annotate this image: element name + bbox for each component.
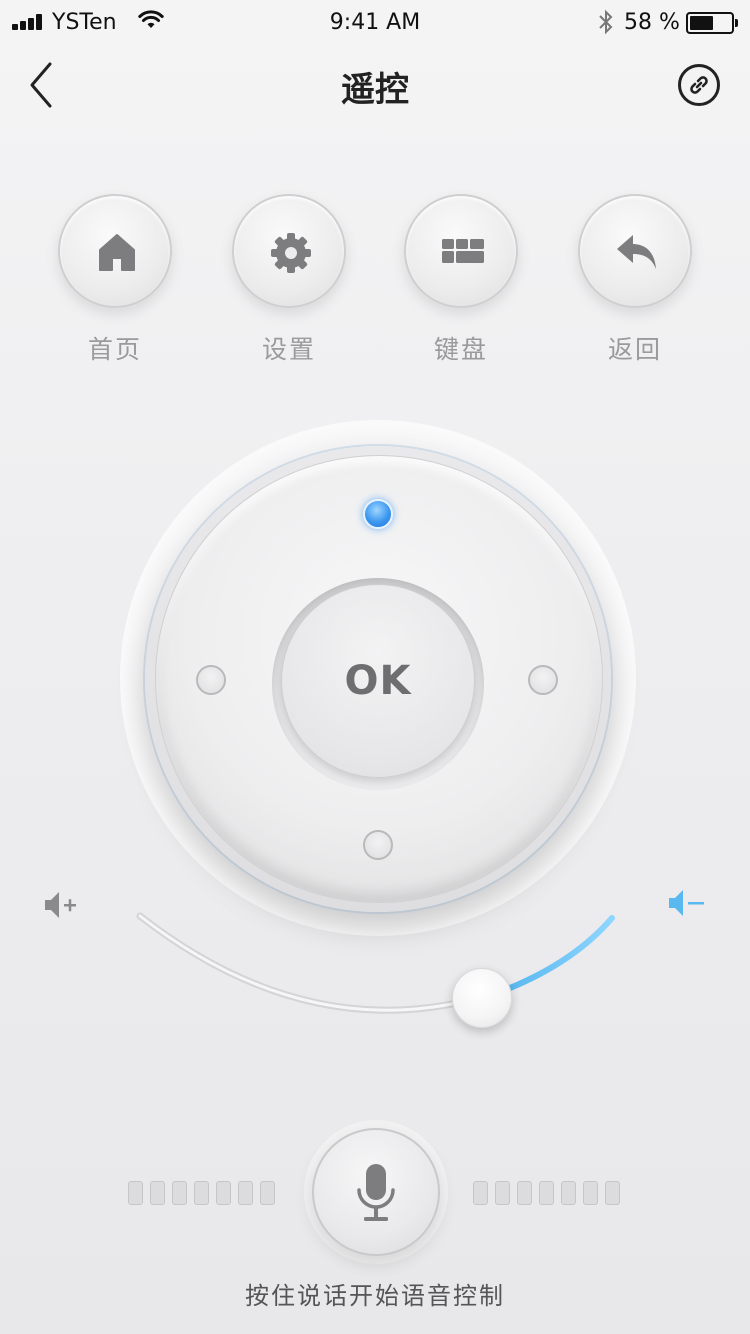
dpad-left-button[interactable] <box>196 665 226 695</box>
voice-level-right <box>473 1181 620 1205</box>
dpad-up-button[interactable] <box>363 499 393 529</box>
quick-action-label: 设置 <box>261 335 316 364</box>
return-icon <box>617 235 656 269</box>
link-icon <box>690 76 708 94</box>
volume-fill <box>507 915 615 991</box>
voice-level-bar <box>260 1181 275 1205</box>
status-bar: YSTen 9:41 AM 58 % <box>0 0 750 48</box>
quick-action-return[interactable]: 返回 <box>578 194 692 366</box>
voice-control-button[interactable] <box>312 1128 440 1256</box>
return-button[interactable] <box>578 194 692 308</box>
settings-button[interactable] <box>232 194 346 308</box>
microphone-icon <box>357 1164 395 1221</box>
dpad-right-button[interactable] <box>528 665 558 695</box>
ok-button[interactable]: OK <box>281 584 475 778</box>
quick-action-settings[interactable]: 设置 <box>232 194 346 366</box>
connect-button[interactable] <box>678 64 720 106</box>
quick-action-label: 返回 <box>607 335 662 364</box>
voice-hint-text: 按住说话开始语音控制 <box>245 1282 505 1310</box>
voice-level-bar <box>473 1181 488 1205</box>
home-button[interactable] <box>58 194 172 308</box>
voice-level-bar <box>150 1181 165 1205</box>
quick-action-home[interactable]: 首页 <box>58 194 172 366</box>
voice-level-bar <box>517 1181 532 1205</box>
volume-slider-handle[interactable] <box>452 968 512 1028</box>
volume-up-icon <box>45 892 76 918</box>
voice-level-bar <box>194 1181 209 1205</box>
battery-icon <box>686 12 738 34</box>
quick-action-label: 键盘 <box>433 335 488 364</box>
battery-percentage: 58 % <box>624 10 680 35</box>
volume-down-icon <box>669 890 704 916</box>
volume-slider[interactable] <box>130 906 620 1036</box>
quick-action-keyboard[interactable]: 键盘 <box>404 194 518 366</box>
voice-level-bar <box>128 1181 143 1205</box>
voice-level-bar <box>583 1181 598 1205</box>
voice-level-bar <box>561 1181 576 1205</box>
keyboard-icon <box>442 239 484 263</box>
voice-level-bar <box>605 1181 620 1205</box>
voice-level-bar <box>216 1181 231 1205</box>
dpad-down-button[interactable] <box>363 830 393 860</box>
bluetooth-icon <box>599 9 613 35</box>
voice-level-bar <box>238 1181 253 1205</box>
voice-level-bar <box>172 1181 187 1205</box>
voice-level-bar <box>539 1181 554 1205</box>
home-icon <box>99 234 135 271</box>
volume-down-button[interactable] <box>666 886 706 920</box>
gear-icon <box>271 233 311 273</box>
quick-action-label: 首页 <box>87 335 142 364</box>
volume-up-button[interactable] <box>42 888 82 922</box>
keyboard-button[interactable] <box>404 194 518 308</box>
voice-level-bar <box>495 1181 510 1205</box>
page-title: 遥控 <box>341 70 409 110</box>
voice-level-left <box>128 1181 275 1205</box>
